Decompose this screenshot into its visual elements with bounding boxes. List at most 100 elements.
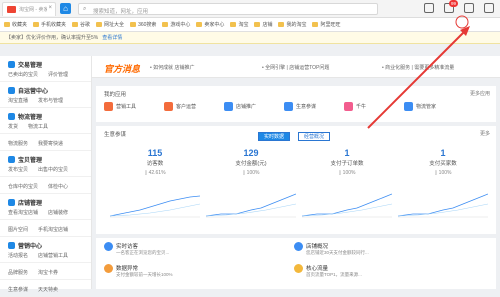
stat-label: 支付金额(元) <box>235 161 267 167</box>
sidebar-link[interactable]: 淘宝卡券 <box>38 269 58 276</box>
news-item[interactable]: • 如何成就 店铺推广 <box>150 64 195 71</box>
app-icon <box>224 102 233 111</box>
sidebar-section-head[interactable]: 宝贝管理 <box>8 155 91 164</box>
sidebar-link[interactable]: 查看淘宝店铺 <box>8 209 38 216</box>
stat-sparkline <box>398 193 488 218</box>
site-favicon-icon <box>7 6 16 13</box>
app-item[interactable]: 物流管家 <box>404 102 444 111</box>
bookmarks-bar: 收藏夹 手机收藏夹 谷歌 网址大全 360搜索 游戏中心 卖家中心 淘宝 店铺 … <box>0 18 500 32</box>
sidebar-section-head[interactable]: 物流管理 <box>8 112 91 121</box>
task-title: 数据异常 <box>116 266 139 272</box>
sidebar-link[interactable]: 活动报名 <box>8 252 28 259</box>
sidebar-section-head[interactable]: 交易管理 <box>8 60 91 69</box>
app-item[interactable]: 生意参谋 <box>284 102 324 111</box>
stat-percent: ▯ 100% <box>338 170 356 176</box>
address-bar[interactable]: ⌕ 搜索知道，网址，应用 <box>78 3 378 15</box>
sidebar-link[interactable]: 店铺装修 <box>48 209 68 216</box>
tab-overview[interactable]: 经营概况 <box>298 132 331 141</box>
sidebar-section-head[interactable]: 自运营中心 <box>8 86 91 95</box>
bookmark-item[interactable]: 手机收藏夹 <box>33 21 66 28</box>
bookmark-item[interactable]: 卖家中心 <box>196 21 224 28</box>
stat-block: 115 访客数 ▯ 42.61% <box>110 148 200 228</box>
sidebar-link[interactable]: 仓库中的宝贝 <box>8 183 38 190</box>
sidebar-section-title: 物流管理 <box>18 115 43 121</box>
stat-label: 支付买家数 <box>429 161 457 167</box>
bookmark-item[interactable]: 谷歌 <box>72 21 90 28</box>
sidebar-section: 仓库中的宝贝 体检中心 <box>0 177 91 194</box>
sidebar-link[interactable]: 发布宝贝 <box>8 166 28 173</box>
bookmark-item[interactable]: 360搜索 <box>130 21 156 28</box>
sidebar-link[interactable]: 已卖出的宝贝 <box>8 71 38 78</box>
news-item[interactable]: • 商业化服务 | 需要更多精准流量 <box>382 64 454 71</box>
bookmark-item[interactable]: 游戏中心 <box>162 21 190 28</box>
app-icon <box>104 102 113 111</box>
task-title: 实时访客 <box>116 244 139 250</box>
sidebar-link[interactable]: 发布与管理 <box>38 97 63 104</box>
folder-icon <box>312 22 319 27</box>
sidebar-section-title: 店铺管理 <box>18 201 43 207</box>
folder-icon <box>4 22 10 27</box>
bookmark-item[interactable]: 淘宝 <box>230 21 248 28</box>
sidebar-link[interactable]: 淘宝直播 <box>8 97 28 104</box>
bookmark-item[interactable]: 阿里旺旺 <box>312 21 341 28</box>
task-item[interactable]: 实时访客 一名客正在浏览您的宝贝... <box>104 242 169 256</box>
app-icon <box>284 102 293 111</box>
sidebar-section-head[interactable]: 店铺管理 <box>8 198 91 207</box>
sidebar-link[interactable]: 天天特卖 <box>38 286 58 293</box>
sidebar-link[interactable]: 我要寄快递 <box>38 140 63 147</box>
app-item[interactable]: 店铺推广 <box>224 102 264 111</box>
folder-icon <box>196 22 203 27</box>
folder-icon <box>278 22 285 27</box>
app-item[interactable]: 营销工具 <box>104 102 144 111</box>
stat-value: 1 <box>440 148 446 158</box>
sidebar-section: 营销中心活动报名 店铺营销工具 <box>0 237 91 263</box>
task-item[interactable]: 核心流量 首页流量TOP1，流量来源... <box>294 264 362 278</box>
stat-sparkline <box>206 193 296 218</box>
notice-link[interactable]: 查看详情 <box>102 35 122 41</box>
task-title: 核心流量 <box>306 266 329 272</box>
tab-close-icon[interactable]: × <box>48 5 52 11</box>
news-logo: 官方消息 <box>104 64 141 74</box>
bookmark-item[interactable]: 我的淘宝 <box>278 21 306 28</box>
stat-block: 1 支付买家数 ▯ 100% <box>398 148 488 228</box>
minimize-icon[interactable] <box>484 3 494 13</box>
app-label: 店铺推广 <box>236 104 257 110</box>
task-item[interactable]: 店铺概况 您店铺近30天支付金额较同行... <box>294 242 369 256</box>
sidebar-link[interactable]: 生意参谋 <box>8 286 28 293</box>
sidebar-link[interactable]: 物流工具 <box>28 123 48 130</box>
shield-icon[interactable] <box>424 3 434 13</box>
sidebar-link[interactable]: 体检中心 <box>48 183 68 190</box>
notification-icon[interactable]: 99 <box>444 0 458 13</box>
sidebar-link[interactable]: 物流服务 <box>8 140 28 147</box>
bookmark-item[interactable]: 店铺 <box>254 21 272 28</box>
app-item[interactable]: 千牛 <box>344 102 384 111</box>
sidebar-section-head[interactable]: 营销中心 <box>8 241 91 250</box>
folder-icon <box>72 22 79 27</box>
sidebar-link[interactable]: 品牌服务 <box>8 269 28 276</box>
sidebar-section: 物流管理 发货 物流工具 <box>0 108 91 134</box>
sidebar-link[interactable]: 评价管理 <box>48 71 68 78</box>
news-item[interactable]: • 全网引擎 | 店铺运营TOP问题 <box>262 64 329 71</box>
address-placeholder: 搜索知道，网址，应用 <box>93 9 149 15</box>
tab-realtime[interactable]: 实时数据 <box>258 132 291 141</box>
sidebar-link[interactable]: 手机淘宝店铺 <box>38 226 68 233</box>
bookmark-item[interactable]: 网址大全 <box>96 21 124 28</box>
my-apps-card: 我的应用 更多应用 营销工具 客户运营 店铺推广 生意参谋 千牛 物流管家 <box>96 86 496 122</box>
sidebar-link[interactable]: 图片空间 <box>8 226 28 233</box>
home-button[interactable]: ⌂ <box>60 3 71 14</box>
bookmark-item[interactable]: 收藏夹 <box>4 21 27 28</box>
sidebar-link[interactable]: 发货 <box>8 123 18 130</box>
sidebar-section: 自运营中心淘宝直播 发布与管理 <box>0 82 91 108</box>
app-item[interactable]: 客户运营 <box>164 102 204 111</box>
menu-icon[interactable] <box>464 3 474 13</box>
sidebar-section: 店铺管理查看淘宝店铺 店铺装修 <box>0 194 91 220</box>
browser-tab[interactable]: 淘宝网 - 卖家中心 × <box>2 2 56 16</box>
section-icon <box>8 199 15 206</box>
stats-more-link[interactable]: 更多 <box>480 130 490 137</box>
sidebar-link[interactable]: 店铺营销工具 <box>38 252 68 259</box>
more-apps-link[interactable]: 更多应用 <box>470 90 490 97</box>
sidebar-link[interactable]: 出售中的宝贝 <box>38 166 68 173</box>
app-icon <box>344 102 353 111</box>
task-item[interactable]: 数据异常 支付金额较前一天增长100% <box>104 264 173 278</box>
task-title: 店铺概况 <box>306 244 329 250</box>
